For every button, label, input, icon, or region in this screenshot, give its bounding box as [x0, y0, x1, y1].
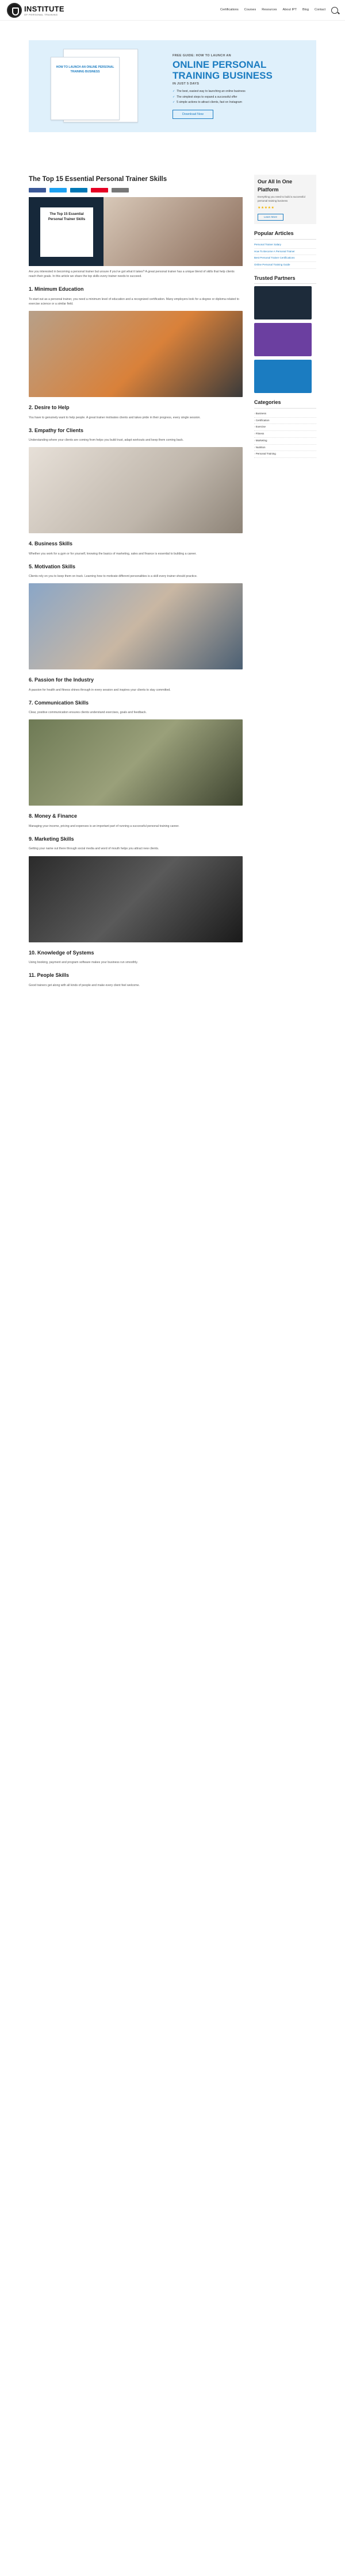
nav-item[interactable]: Resources [262, 7, 277, 12]
category-link[interactable]: Certification [254, 418, 316, 425]
category-link[interactable]: Marketing [254, 438, 316, 445]
category-link[interactable]: Exercise [254, 424, 316, 431]
section-text: Using booking, payment and program softw… [29, 961, 138, 964]
section-photo [29, 719, 243, 806]
guide-mockup: HOW TO LAUNCH AN ONLINE PERSONAL TRAININ… [40, 49, 161, 124]
post-title: The Top 15 Essential Personal Trainer Sk… [29, 176, 167, 183]
nav-item[interactable]: Contact [315, 7, 325, 12]
section-heading: 8. Money & Finance [29, 813, 78, 819]
promo-bullets: The best, easiest way to launching an on… [172, 90, 305, 105]
section-text: Clients rely on you to keep them on trac… [29, 575, 198, 579]
twitter-share-icon[interactable] [49, 188, 67, 193]
download-button[interactable]: Download Now [172, 109, 213, 119]
content-area: The Top 15 Essential Personal Trainer Sk… [0, 175, 345, 988]
popular-article-link[interactable]: Best Personal Trainer Certifications [254, 255, 316, 262]
sidebar: Our All In One Platform Everything you n… [254, 175, 316, 988]
intro-text: Are you interested in becoming a persona… [29, 270, 235, 279]
category-link[interactable]: Business [254, 411, 316, 418]
section-text: You have to genuinely want to help peopl… [29, 415, 201, 419]
nav-item[interactable]: About IPT [283, 7, 297, 12]
section-heading: 11. People Skills [29, 972, 70, 979]
section-text: Whether you work for a gym or for yourse… [29, 552, 197, 556]
promo-bullet: The simplest steps to expand a successfu… [172, 95, 305, 100]
article: The Top 15 Essential Personal Trainer Sk… [29, 175, 243, 988]
popular-articles-heading: Popular Articles [254, 230, 316, 240]
pinterest-share-icon[interactable] [91, 188, 108, 193]
main-nav: Certifications Courses Resources About I… [220, 6, 338, 14]
nav-item[interactable]: Certifications [220, 7, 239, 12]
search-icon[interactable] [331, 6, 338, 14]
promo-title: ONLINE PERSONAL TRAINING BUSINESS [172, 59, 273, 82]
logo-sub: OF PERSONAL TRAINING [24, 13, 58, 17]
section-photo [29, 856, 243, 942]
section-photo [29, 311, 243, 397]
category-link[interactable]: Nutrition [254, 445, 316, 452]
category-link[interactable]: Personal Training [254, 451, 316, 458]
category-link[interactable]: Fitness [254, 431, 316, 438]
section-heading: 1. Minimum Education [29, 286, 84, 292]
promo-bullet: 5 simple actions to attract clients, fas… [172, 101, 305, 105]
learn-more-button[interactable]: Learn More [258, 213, 284, 221]
site-logo[interactable]: INSTITUTE OF PERSONAL TRAINING [7, 2, 64, 18]
promo-sub: IN JUST 5 DAYS [172, 82, 200, 86]
nav-item[interactable]: Courses [244, 7, 256, 12]
promo-kicker: FREE GUIDE: HOW TO LAUNCH AN [172, 54, 231, 58]
popular-article-link[interactable]: Personal Trainer Salary [254, 242, 316, 249]
section-heading: 10. Knowledge of Systems [29, 949, 94, 956]
promo-text: FREE GUIDE: HOW TO LAUNCH AN ONLINE PERS… [172, 53, 305, 119]
guide-cover: HOW TO LAUNCH AN ONLINE PERSONAL TRAININ… [51, 57, 120, 120]
logo-text: INSTITUTE [24, 4, 64, 13]
platform-text: Everything you need to build a successfu… [258, 195, 305, 202]
section-photo [29, 583, 243, 670]
logo-icon [7, 2, 22, 18]
popular-article-link[interactable]: Online Personal Training Guide [254, 262, 316, 269]
promo-banner: HOW TO LAUNCH AN ONLINE PERSONAL TRAININ… [29, 40, 316, 132]
section-heading: 4. Business Skills [29, 541, 73, 547]
section-text: Managing your income, pricing and expens… [29, 824, 179, 828]
platform-title: Our All In One Platform [258, 179, 293, 192]
section-text: Good trainers get along with all kinds o… [29, 983, 140, 987]
section-text: A passion for health and fitness shines … [29, 688, 171, 692]
facebook-share-icon[interactable] [29, 188, 46, 193]
hero-image: The Top 15 Essential Personal Trainer Sk… [29, 197, 243, 267]
popular-articles-list: Personal Trainer Salary How To Become A … [254, 242, 316, 269]
section-text: Understanding where your clients are com… [29, 438, 184, 442]
hero-card-title: The Top 15 Essential Personal Trainer Sk… [48, 213, 86, 222]
categories-heading: Categories [254, 399, 316, 409]
nav-item[interactable]: Blog [302, 7, 309, 12]
section-text: Getting your name out there through soci… [29, 847, 159, 851]
promo-bullet: The best, easiest way to launching an on… [172, 90, 305, 94]
page-top: INSTITUTE OF PERSONAL TRAINING Certifica… [0, 0, 345, 988]
trusted-partners-heading: Trusted Partners [254, 275, 316, 284]
popular-article-link[interactable]: How To Become A Personal Trainer [254, 249, 316, 256]
platform-box: Our All In One Platform Everything you n… [254, 175, 316, 225]
section-heading: 7. Communication Skills [29, 699, 89, 706]
section-heading: 2. Desire to Help [29, 405, 70, 410]
hero-photo [103, 197, 243, 267]
section-text: To start out as a personal trainer, you … [29, 297, 239, 306]
linkedin-share-icon[interactable] [70, 188, 87, 193]
section-text: Clear, positive communication ensures cl… [29, 711, 147, 715]
section-heading: 5. Motivation Skills [29, 563, 76, 569]
email-share-icon[interactable] [112, 188, 129, 193]
share-buttons [29, 188, 243, 193]
section-heading: 3. Empathy for Clients [29, 427, 84, 433]
rating-stars-icon: ★★★★★ [258, 206, 275, 210]
section-heading: 9. Marketing Skills [29, 835, 74, 842]
guide-cover-title: HOW TO LAUNCH AN ONLINE PERSONAL TRAININ… [56, 66, 114, 74]
partner-banner[interactable] [254, 360, 312, 394]
section-photo [29, 447, 243, 534]
site-header: INSTITUTE OF PERSONAL TRAINING Certifica… [0, 0, 345, 21]
section-heading: 6. Passion for the Industry [29, 677, 94, 683]
partner-banner[interactable] [254, 286, 312, 320]
partner-banner[interactable] [254, 323, 312, 357]
categories-list: Business Certification Exercise Fitness … [254, 411, 316, 458]
